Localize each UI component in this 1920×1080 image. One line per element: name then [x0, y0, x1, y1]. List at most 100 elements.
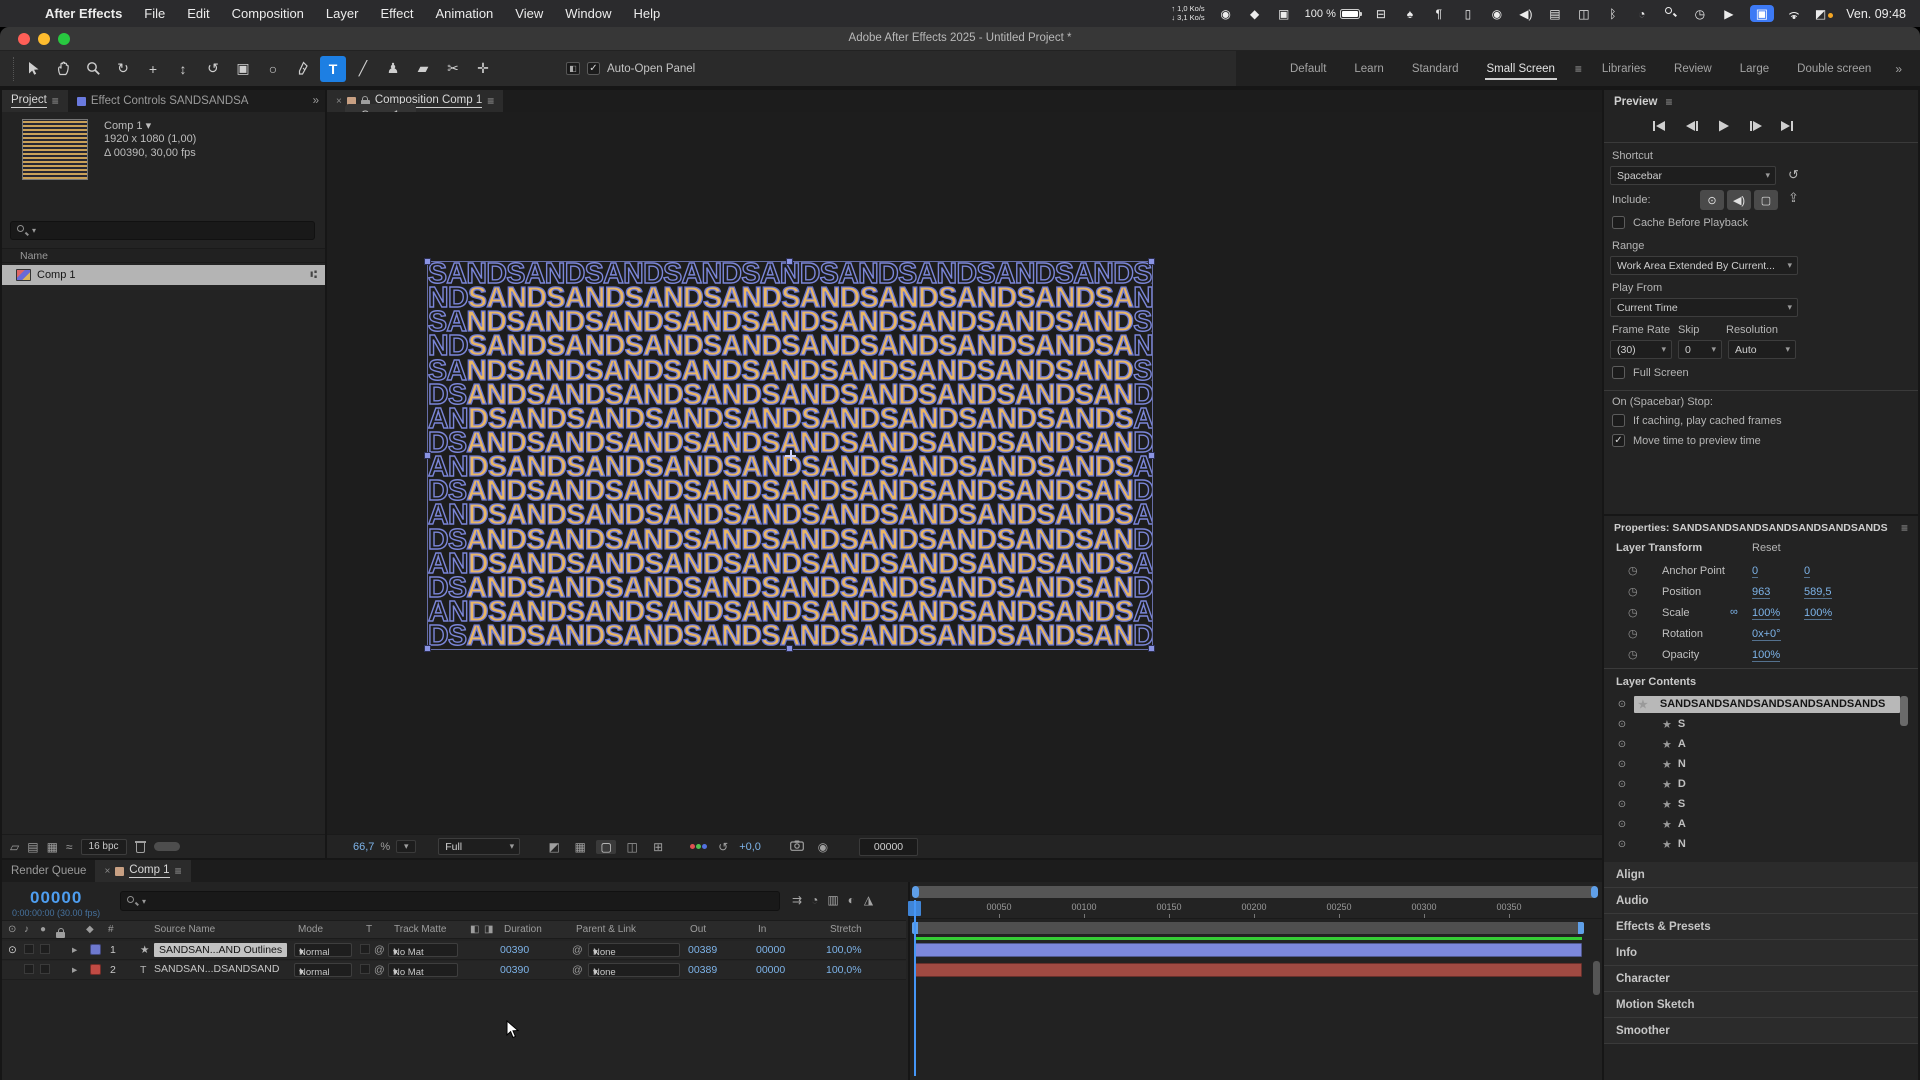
- frame-blending-icon[interactable]: ▥: [827, 893, 838, 907]
- workspace-standard[interactable]: Standard: [1398, 59, 1473, 79]
- play-from-dropdown[interactable]: Current Time▾: [1610, 298, 1798, 317]
- motion-blur-icon[interactable]: ◐: [848, 893, 855, 907]
- layer-contents-scrollbar[interactable]: [1900, 696, 1908, 726]
- color-depth-button[interactable]: 16 bpc: [81, 839, 127, 855]
- view-layout-icon[interactable]: ⊞: [648, 840, 668, 854]
- layer-mode-dropdown[interactable]: Normal▾: [294, 963, 352, 977]
- stopwatch-icon[interactable]: ◷: [1628, 564, 1638, 577]
- visibility-eye-icon[interactable]: ⊙: [1610, 819, 1634, 830]
- interpret-footage-icon[interactable]: ▱: [10, 840, 19, 854]
- hide-shy-layers-icon[interactable]: ◔: [811, 893, 818, 907]
- layer-duration-bar-1[interactable]: [914, 943, 1582, 957]
- expand-layer-chevron[interactable]: ▸: [72, 944, 77, 956]
- parent-link-dropdown[interactable]: None▾: [588, 943, 680, 957]
- layer-anchor-point[interactable]: [785, 450, 796, 461]
- keyboard-icon[interactable]: ▤: [1547, 7, 1563, 21]
- close-tab-icon[interactable]: ×: [336, 96, 342, 107]
- selection-handle[interactable]: [786, 258, 793, 265]
- audio-column-icon[interactable]: ♪: [24, 924, 29, 935]
- brush-tool[interactable]: ╱: [350, 56, 376, 82]
- layer-contents-item[interactable]: ⊙★A: [1610, 814, 1900, 834]
- layer-visibility-icon[interactable]: ⊙: [8, 944, 17, 956]
- menu-file[interactable]: File: [133, 6, 176, 21]
- screen-capture-icon[interactable]: ▣: [1276, 7, 1292, 21]
- video-column-icon[interactable]: ⊙: [8, 924, 16, 935]
- bluetooth-icon[interactable]: ᛒ: [1605, 7, 1621, 21]
- selection-handle[interactable]: [424, 452, 431, 459]
- layer-contents-item-selected[interactable]: ⊙★SANDSANDSANDSANDSANDSANDSANDS: [1610, 694, 1900, 714]
- layer-mode-dropdown[interactable]: Normal▾: [294, 943, 352, 957]
- first-frame-button[interactable]: [1648, 116, 1672, 136]
- clone-stamp-tool[interactable]: ♟: [380, 56, 406, 82]
- panel-tab-smoother[interactable]: Smoother: [1604, 1018, 1918, 1044]
- visibility-eye-icon[interactable]: ⊙: [1610, 719, 1634, 730]
- flowchart-icon[interactable]: ⑆: [310, 269, 317, 281]
- workspace-menu-icon[interactable]: ≡: [1569, 62, 1588, 76]
- playhead-line[interactable]: [914, 900, 916, 1076]
- track-matte-dropdown[interactable]: No Mat▾: [388, 963, 458, 977]
- wifi-icon[interactable]: [1787, 8, 1802, 19]
- panel-tab-motion-sketch[interactable]: Motion Sketch: [1604, 992, 1918, 1018]
- workspace-libraries[interactable]: Libraries: [1588, 59, 1660, 79]
- frame-rate-dropdown[interactable]: (30)▾: [1610, 340, 1672, 359]
- full-screen-checkbox[interactable]: [1612, 366, 1625, 379]
- include-audio-icon[interactable]: ◀): [1727, 190, 1751, 210]
- parent-pick-whip-icon[interactable]: @: [572, 964, 583, 976]
- reset-exposure-icon[interactable]: ↺: [713, 840, 733, 854]
- layer-label-chip[interactable]: [90, 964, 101, 975]
- selection-handle[interactable]: [1148, 645, 1155, 652]
- transform-value[interactable]: 100%: [1752, 649, 1780, 662]
- layer-out-value[interactable]: 00389: [688, 964, 717, 976]
- tab-overflow-chevron[interactable]: »: [307, 90, 325, 112]
- tab-timeline-comp[interactable]: × Comp 1 ≡: [95, 860, 190, 882]
- share-preview-icon[interactable]: ⇪: [1788, 190, 1799, 206]
- zoom-tool[interactable]: [80, 56, 106, 82]
- menu-layer[interactable]: Layer: [315, 6, 370, 21]
- guides-options-icon[interactable]: ◫: [622, 840, 642, 854]
- snapshot-camera-icon[interactable]: [787, 840, 807, 854]
- new-composition-icon[interactable]: ▦: [47, 840, 58, 854]
- layer-duration-value[interactable]: 00390: [500, 964, 529, 976]
- parent-pick-whip-icon[interactable]: @: [572, 944, 583, 956]
- delete-icon[interactable]: [135, 840, 146, 853]
- tab-project[interactable]: Project ≡: [2, 90, 68, 112]
- preserve-transparency-toggle[interactable]: [360, 944, 370, 954]
- adjust-icon[interactable]: ≈: [66, 840, 73, 854]
- panel-tab-character[interactable]: Character: [1604, 966, 1918, 992]
- layer-out-value[interactable]: 00389: [688, 944, 717, 956]
- layer-name[interactable]: SANDSAN...AND Outlines: [154, 943, 287, 957]
- layer-row-2[interactable]: ▸2TSANDSAN...DSANDSANDNormal▾@No Mat▾003…: [2, 961, 906, 980]
- timeline-time-area[interactable]: 00050001000015000200002500030000350: [908, 882, 1602, 1080]
- visibility-eye-icon[interactable]: ⊙: [1610, 759, 1634, 770]
- workspace-learn[interactable]: Learn: [1340, 59, 1397, 79]
- resolution-preview-dropdown[interactable]: Auto▾: [1728, 340, 1796, 359]
- project-comp-name[interactable]: Comp 1 ▾: [104, 119, 151, 132]
- stopwatch-icon[interactable]: ◷: [1628, 585, 1638, 598]
- play-circle-icon[interactable]: ◉: [1489, 7, 1505, 21]
- panel-tab-info[interactable]: Info: [1604, 940, 1918, 966]
- layer-lock-toggle[interactable]: [40, 964, 50, 974]
- matte-toggle-icon[interactable]: ◧: [470, 924, 479, 935]
- layer-contents-item[interactable]: ⊙★S: [1610, 714, 1900, 734]
- last-frame-button[interactable]: [1776, 116, 1800, 136]
- tab-render-queue[interactable]: Render Queue: [2, 860, 95, 882]
- workspace-double-screen[interactable]: Double screen: [1783, 59, 1885, 79]
- resolution-dropdown[interactable]: Full▾: [438, 838, 520, 855]
- rotation-tool[interactable]: ↺: [200, 56, 226, 82]
- layer-name[interactable]: SANDSAN...DSANDSAND: [154, 963, 279, 975]
- hand-tool[interactable]: [50, 56, 76, 82]
- work-area-bar[interactable]: [912, 922, 1584, 934]
- workspace-review[interactable]: Review: [1660, 59, 1726, 79]
- project-item-row[interactable]: Comp 1 ⑆: [2, 265, 325, 285]
- orbit-camera-tool[interactable]: ↻: [110, 56, 136, 82]
- workspace-large[interactable]: Large: [1726, 59, 1783, 79]
- selection-tool[interactable]: [20, 56, 46, 82]
- phone-mirroring-icon[interactable]: ▯: [1460, 7, 1476, 21]
- panel-resize-pill[interactable]: [154, 842, 180, 851]
- timeline-vertical-scrollbar[interactable]: [1593, 961, 1600, 995]
- matte-pick-whip-icon[interactable]: @: [374, 964, 385, 976]
- stopwatch-icon[interactable]: ◷: [1628, 648, 1638, 661]
- screen-sharing-icon-active[interactable]: ▣: [1750, 5, 1774, 22]
- sync-icon[interactable]: ♠: [1402, 7, 1418, 21]
- layer-stretch-value[interactable]: 100,0%: [826, 964, 862, 976]
